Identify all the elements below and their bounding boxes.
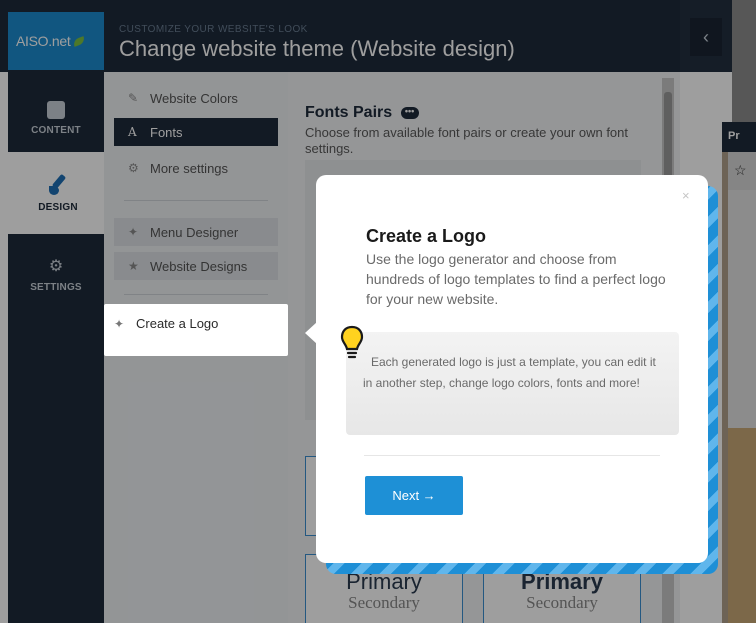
menu-item-label: Website Designs (150, 258, 248, 274)
popup-divider (364, 455, 660, 456)
sidebar-item-label: DESIGN (38, 201, 78, 213)
star-outline-icon: ☆ (734, 162, 747, 178)
preview-row: ☆ (728, 152, 756, 190)
menu-item-label: More settings (150, 160, 229, 176)
brand-logo[interactable]: AISO.net (8, 12, 104, 70)
collapse-button[interactable]: ‹ (690, 18, 722, 56)
brush-icon: ✎ (128, 91, 139, 105)
leaf-icon (72, 35, 87, 47)
menu-item-website-designs[interactable]: ★ Website Designs (114, 252, 278, 280)
section-description: Choose from available font pairs or crea… (305, 125, 629, 156)
menu-item-more-settings[interactable]: ⚙ More settings (114, 154, 278, 182)
brand-logo-text: AISO.net (16, 33, 71, 49)
more-options-icon[interactable]: ••• (400, 106, 419, 119)
sidebar-item-settings[interactable]: ⚙ SETTINGS (8, 234, 104, 314)
menu-item-label: Create a Logo (136, 316, 219, 331)
sidebar-item-content[interactable]: + CONTENT (8, 78, 104, 158)
menu-divider (124, 200, 268, 201)
menu-divider (124, 294, 268, 295)
font-pair-secondary: Secondary (348, 593, 420, 612)
font-pair-secondary: Secondary (526, 593, 598, 612)
font-icon: A (128, 125, 137, 139)
menu-item-label: Website Colors (150, 90, 238, 106)
star-icon: ★ (128, 259, 139, 273)
preview-header: Pr (722, 122, 756, 152)
chevron-left-icon: ‹ (703, 26, 709, 47)
section-title: Fonts Pairs ••• (305, 104, 419, 122)
popup-pointer (305, 322, 317, 344)
preview-content (728, 190, 756, 428)
menu-item-label: Fonts (150, 124, 183, 140)
close-icon[interactable]: × (682, 188, 690, 203)
section-title-text: Fonts Pairs (305, 104, 393, 121)
paint-brush-icon (47, 174, 69, 196)
gears-icon: ⚙ (48, 257, 64, 275)
sidebar-item-label: SETTINGS (30, 281, 82, 293)
page-subtitle: CUSTOMIZE YOUR WEBSITE'S LOOK (119, 24, 308, 35)
popup-title: Create a Logo (366, 226, 487, 246)
preview-image (728, 428, 756, 623)
sidebar-item-label: CONTENT (31, 124, 81, 136)
menu-item-label: Menu Designer (150, 224, 239, 240)
gears-icon: ⚙ (128, 161, 139, 175)
sidebar-item-design[interactable]: DESIGN (8, 152, 108, 234)
menu-item-website-colors[interactable]: ✎ Website Colors (114, 84, 278, 112)
page-title: Change website theme (Website design) (119, 36, 515, 61)
create-logo-content[interactable]: ✦ Create a Logo (114, 316, 218, 331)
tip-text: Each generated logo is just a template, … (363, 355, 656, 390)
lightbulb-icon (340, 325, 364, 359)
next-button[interactable]: Next → (365, 476, 463, 515)
plus-square-icon: + (47, 100, 65, 119)
popup-description: Use the logo generator and choose from h… (366, 251, 666, 307)
magic-wand-icon: ✦ (114, 316, 125, 331)
menu-item-fonts[interactable]: A Fonts (114, 118, 278, 146)
magic-wand-icon: ✦ (128, 225, 139, 239)
menu-item-menu-designer[interactable]: ✦ Menu Designer (114, 218, 278, 246)
